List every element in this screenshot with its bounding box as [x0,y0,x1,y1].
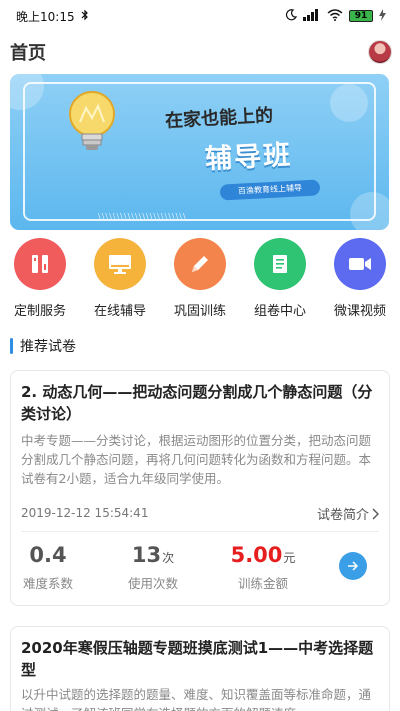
price-label: 训练金额 [237,576,288,591]
signal-icon [303,8,321,24]
feature-menu: 定制服务 在线辅导 巩固训练 组卷中心 微课视频 [0,238,400,320]
tools-icon [14,238,66,290]
paper-title: 2. 动态几何——把动态问题分割成几个静态问题（分类讨论） [21,383,373,423]
difficulty-label: 难度系数 [22,576,73,591]
section-accent-bar [10,338,13,354]
paper-description: 中考专题——分类讨论，根据运动图形的位置分类，把动态问题分割成几个静态问题，再将… [21,433,372,486]
uses-label: 使用次数 [127,576,178,591]
paper-title: 2020年寒假压轴题专题班摸底测试1——中考选择题型 [21,639,374,679]
monitor-icon [94,238,146,290]
stat-uses: 13 次 使用次数 [123,543,183,592]
section-title: 推荐试卷 [20,339,76,355]
lightbulb-icon [69,91,115,150]
menu-item-paper-center[interactable]: 组卷中心 [240,238,320,320]
uses-unit: 次 [162,551,175,565]
chevron-right-icon [372,508,379,519]
paper-date: 2019-12-12 15:54:41 [21,506,149,520]
paper-intro-label: 试卷简介 [316,508,369,523]
uses-value: 13 [131,543,162,567]
menu-label: 定制服务 [13,304,66,319]
page-title: 首页 [10,43,46,64]
menu-item-custom-service[interactable]: 定制服务 [0,238,80,320]
avatar[interactable] [368,40,392,64]
arrow-right-icon [348,561,359,571]
stat-difficulty: 0.4 难度系数 [21,543,75,592]
battery-indicator: 91 [349,10,373,22]
menu-item-online-tutoring[interactable]: 在线辅导 [80,238,160,320]
video-camera-icon [334,238,386,290]
banner-stripe: \\\\\\\\\\\\\\\\\\\\\\\\ [98,212,187,221]
status-time: 晚上10:15 [16,9,75,24]
start-paper-button[interactable] [339,552,367,580]
paper-card[interactable]: 2020年寒假压轴题专题班摸底测试1——中考选择题型 以升中试题的选择题的题量、… [10,626,390,711]
top-header: 首页 [0,32,400,72]
paper-card[interactable]: 2. 动态几何——把动态问题分割成几个静态问题（分类讨论） 中考专题——分类讨论… [10,370,390,606]
pencil-icon [174,238,226,290]
status-bar: 晚上10:15 91 [0,0,400,32]
banner-title: 辅导班 [204,139,293,176]
price-unit: 元 [283,551,296,565]
menu-item-micro-video[interactable]: 微课视频 [320,238,400,320]
menu-label: 在线辅导 [93,304,146,319]
paper-scroll-icon [254,238,306,290]
bluetooth-icon [81,9,89,24]
paper-description: 以升中试题的选择题的题量、难度、知识覆盖面等标准命题，通过测试，了解该班同学在选… [21,687,372,711]
section-header: 推荐试卷 [10,336,76,356]
card-divider [21,531,379,532]
uses-value-group: 13 次 [132,543,174,567]
paper-intro-link[interactable]: 试卷简介 [317,504,379,523]
price-value-group: 5.00 元 [231,543,296,567]
menu-label: 微课视频 [333,304,386,319]
stat-price: 5.00 元 训练金额 [223,543,303,592]
difficulty-value: 0.4 [29,543,67,567]
menu-item-practice[interactable]: 巩固训练 [160,238,240,320]
charging-icon [379,8,386,24]
wifi-icon [327,8,343,24]
menu-label: 巩固训练 [173,304,226,319]
moon-icon [285,8,298,24]
price-value: 5.00 [230,543,283,567]
menu-label: 组卷中心 [253,304,306,319]
